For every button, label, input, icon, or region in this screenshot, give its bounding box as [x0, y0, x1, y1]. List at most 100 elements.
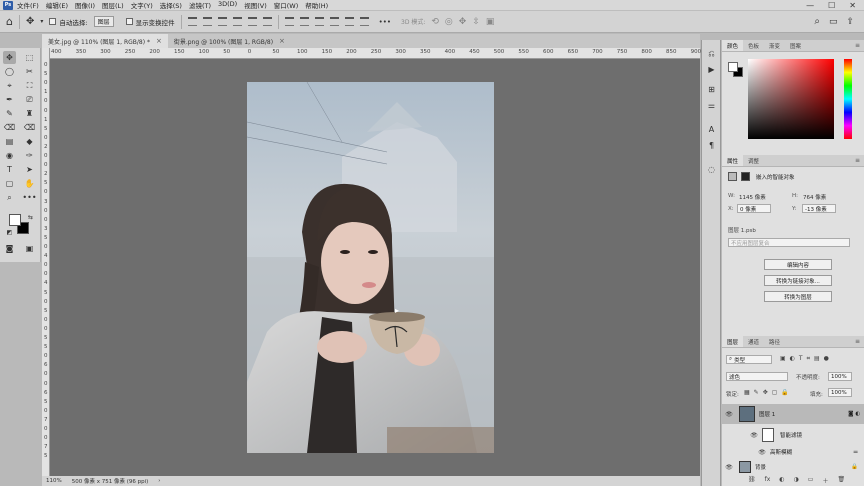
visibility-eye-icon[interactable]: 👁: [758, 449, 766, 456]
zoom-level[interactable]: 110%: [46, 478, 62, 484]
h-value[interactable]: 764 像素: [803, 193, 826, 201]
menu-select[interactable]: 选择(S): [160, 0, 182, 10]
close-button[interactable]: ✕: [849, 1, 856, 10]
align-middle-icon[interactable]: [202, 17, 212, 26]
frame-tool-icon[interactable]: ⛶: [23, 79, 36, 92]
y-field[interactable]: -13 像素: [802, 204, 836, 213]
distribute-right-icon[interactable]: [359, 17, 369, 26]
panel-menu-icon[interactable]: ≡: [855, 155, 860, 166]
layer-name[interactable]: 背景: [755, 463, 766, 471]
tab-adjustments[interactable]: 调整: [743, 155, 764, 166]
distribute-left-icon[interactable]: [329, 17, 339, 26]
layer-filter-dropdown[interactable]: ⌕ 类型: [726, 355, 772, 364]
checkbox-box[interactable]: [125, 18, 133, 25]
visibility-eye-icon[interactable]: 👁: [725, 464, 733, 471]
convert-to-linked-button[interactable]: 转换为链接对象...: [764, 275, 832, 286]
filter-pixel-icon[interactable]: ▣: [780, 355, 786, 363]
align-right-icon[interactable]: [262, 17, 272, 26]
menu-file[interactable]: 文件(F): [17, 0, 39, 10]
delete-layer-icon[interactable]: 🗑: [837, 476, 845, 485]
tab-properties[interactable]: 属性: [722, 155, 744, 166]
panel-menu-icon[interactable]: ≡: [855, 336, 860, 347]
align-bottom-icon[interactable]: [217, 17, 227, 26]
screen-mode-icon[interactable]: ▣: [23, 242, 36, 255]
menu-window[interactable]: 窗口(W): [274, 0, 299, 10]
default-colors-icon[interactable]: ◩: [3, 226, 16, 239]
fill-field[interactable]: 100%: [828, 388, 852, 397]
tab-paths[interactable]: 路径: [764, 336, 785, 347]
x-field[interactable]: 0 像素: [737, 204, 771, 213]
history-brush-tool-icon[interactable]: ⌫: [3, 121, 16, 134]
filter-smart-icon[interactable]: ▤: [814, 355, 820, 363]
bulb-panel-icon[interactable]: ◌: [706, 164, 717, 175]
search-icon[interactable]: ⌕: [814, 16, 820, 27]
menu-type[interactable]: 文字(Y): [131, 0, 153, 10]
distribute-bottom-icon[interactable]: [314, 17, 324, 26]
menu-edit[interactable]: 编辑(E): [46, 0, 68, 10]
lock-move-icon[interactable]: ✥: [763, 389, 768, 396]
panel-menu-icon[interactable]: ≡: [855, 40, 860, 51]
status-arrow-icon[interactable]: ›: [158, 478, 160, 484]
tab-meinv[interactable]: 美女.jpg @ 110% (图层 1, RGB/8) * ×: [42, 34, 168, 48]
lock-paint-icon[interactable]: ✎: [754, 389, 759, 396]
tab-patterns[interactable]: 图案: [785, 40, 806, 51]
workspace-icon[interactable]: ▭: [829, 16, 838, 27]
layer-name[interactable]: 图层 1: [759, 410, 775, 418]
path-selection-tool-icon[interactable]: ➤: [23, 163, 36, 176]
chevron-down-icon[interactable]: ▾: [40, 18, 43, 25]
tab-channels[interactable]: 通道: [743, 336, 764, 347]
edit-contents-button[interactable]: 编辑内容: [764, 259, 832, 270]
share-icon[interactable]: ⇪: [846, 16, 854, 27]
more-options-icon[interactable]: •••: [379, 18, 391, 26]
align-top-icon[interactable]: [187, 17, 197, 26]
filter-toggle-icon[interactable]: ●: [824, 355, 829, 363]
menu-help[interactable]: 帮助(H): [305, 0, 328, 10]
layer-row-background[interactable]: 👁 背景 🔒: [722, 460, 864, 474]
lock-artboard-icon[interactable]: ▢: [772, 389, 778, 396]
close-icon[interactable]: ×: [279, 37, 285, 45]
auto-select-dropdown[interactable]: 图层: [93, 16, 114, 27]
menu-view[interactable]: 视图(V): [244, 0, 267, 10]
pen-tool-icon[interactable]: ✑: [23, 149, 36, 162]
show-transform-checkbox[interactable]: 显示变换控件: [125, 17, 175, 27]
paragraph-panel-icon[interactable]: ¶: [706, 140, 717, 151]
fg-swatch[interactable]: [728, 62, 738, 72]
checkbox-box[interactable]: [49, 18, 57, 25]
crop-tool-icon[interactable]: ⌖: [3, 79, 16, 92]
add-mask-icon[interactable]: ◐: [779, 476, 784, 485]
smart-filters-row[interactable]: 👁 智能滤镜: [722, 426, 864, 444]
fx-icon[interactable]: fx: [765, 476, 771, 485]
menu-filter[interactable]: 滤镜(T): [189, 0, 211, 10]
maximize-button[interactable]: ☐: [828, 1, 835, 10]
adjustment-layer-icon[interactable]: ◑: [794, 476, 799, 485]
stamp-tool-icon[interactable]: ♜: [23, 107, 36, 120]
history-panel-icon[interactable]: ⎌: [706, 48, 717, 59]
blur-tool-icon[interactable]: ◆: [23, 135, 36, 148]
minimize-button[interactable]: —: [806, 1, 814, 10]
quick-mask-icon[interactable]: ◙: [3, 242, 16, 255]
distribute-center-icon[interactable]: [344, 17, 354, 26]
auto-select-checkbox[interactable]: 自动选择:: [49, 17, 88, 27]
menu-image[interactable]: 图像(I): [75, 0, 95, 10]
layer-comp-dropdown[interactable]: 不应用图层复合: [728, 238, 850, 247]
distribute-top-icon[interactable]: [284, 17, 294, 26]
move-tool-icon[interactable]: ✥: [26, 16, 34, 27]
layer-row-1[interactable]: 👁 图层 1 ◙ ◐: [722, 404, 864, 424]
visibility-eye-icon[interactable]: 👁: [725, 411, 733, 418]
libraries-panel-icon[interactable]: ⊞: [706, 84, 717, 95]
eyedropper-tool-icon[interactable]: ✒: [3, 93, 16, 106]
gradient-tool-icon[interactable]: ▤: [3, 135, 16, 148]
actions-panel-icon[interactable]: ▶: [706, 64, 717, 75]
type-tool-icon[interactable]: T: [3, 163, 16, 176]
lasso-tool-icon[interactable]: ◯: [3, 65, 16, 78]
new-group-icon[interactable]: ▭: [808, 476, 814, 485]
tab-swatches[interactable]: 色板: [743, 40, 764, 51]
move-tool-icon[interactable]: ✥: [3, 51, 16, 64]
zoom-tool-icon[interactable]: ⌕: [3, 191, 16, 204]
swap-colors-icon[interactable]: ⇆: [24, 211, 37, 224]
character-panel-icon[interactable]: A: [706, 124, 717, 135]
opacity-field[interactable]: 100%: [828, 372, 852, 381]
tab-gradients[interactable]: 渐变: [764, 40, 785, 51]
tab-jiejing[interactable]: 街景.png @ 100% (图层 1, RGB/8) ×: [168, 34, 291, 48]
eraser-tool-icon[interactable]: ⌫: [23, 121, 36, 134]
